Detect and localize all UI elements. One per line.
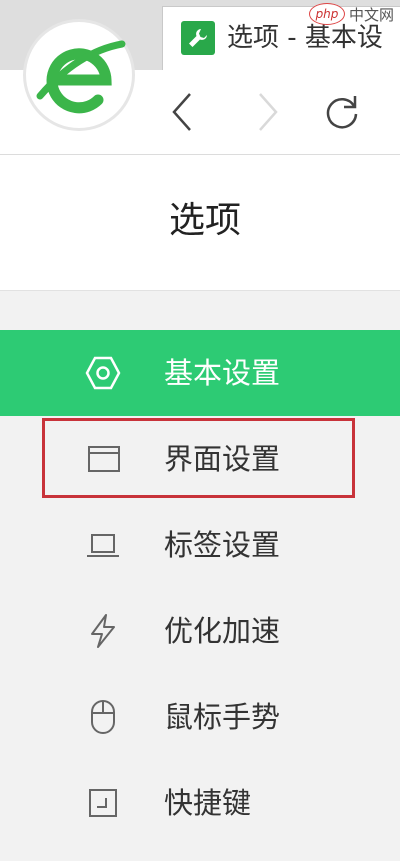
menu-item-label: 界面设置 (164, 442, 281, 476)
php-logo: php (308, 3, 345, 25)
laptop-icon (84, 526, 122, 564)
browser-options-screen: 选项 - 基本设 php 中文网 选项 基本设置 界面设置 标签设置 优化加速 … (0, 0, 400, 861)
menu-item-label: 标签设置 (164, 528, 281, 562)
menu-item-mouse-gestures[interactable]: 鼠标手势 (0, 674, 400, 760)
options-menu: 基本设置 界面设置 标签设置 优化加速 鼠标手势 快捷键 (0, 330, 400, 846)
browser-logo (26, 22, 132, 128)
refresh-icon[interactable] (320, 88, 364, 136)
lightning-icon (84, 612, 122, 650)
menu-item-basic-settings[interactable]: 基本设置 (0, 330, 400, 416)
options-header: 选项 (0, 155, 400, 291)
menu-item-optimize-accelerate[interactable]: 优化加速 (0, 588, 400, 674)
menu-item-label: 快捷键 (164, 786, 252, 820)
menu-item-shortcuts[interactable]: 快捷键 (0, 760, 400, 846)
chevron-right-icon[interactable] (246, 88, 290, 136)
menu-item-interface-settings[interactable]: 界面设置 (0, 416, 400, 502)
page-title: 选项 (168, 200, 241, 241)
hexagon-gear-icon (84, 354, 122, 392)
menu-item-tab-settings[interactable]: 标签设置 (0, 502, 400, 588)
keyboard-icon (84, 784, 122, 822)
chevron-left-icon[interactable] (160, 88, 204, 136)
php-watermark: php 中文网 (308, 2, 394, 26)
menu-item-label: 基本设置 (164, 356, 281, 390)
tab-title: 选项 - 基本设 (227, 23, 383, 53)
mouse-icon (84, 698, 122, 736)
menu-item-label: 鼠标手势 (164, 700, 281, 734)
watermark-text: 中文网 (348, 5, 394, 24)
wrench-icon (181, 21, 215, 55)
window-icon (84, 440, 122, 478)
menu-item-label: 优化加速 (164, 614, 281, 648)
